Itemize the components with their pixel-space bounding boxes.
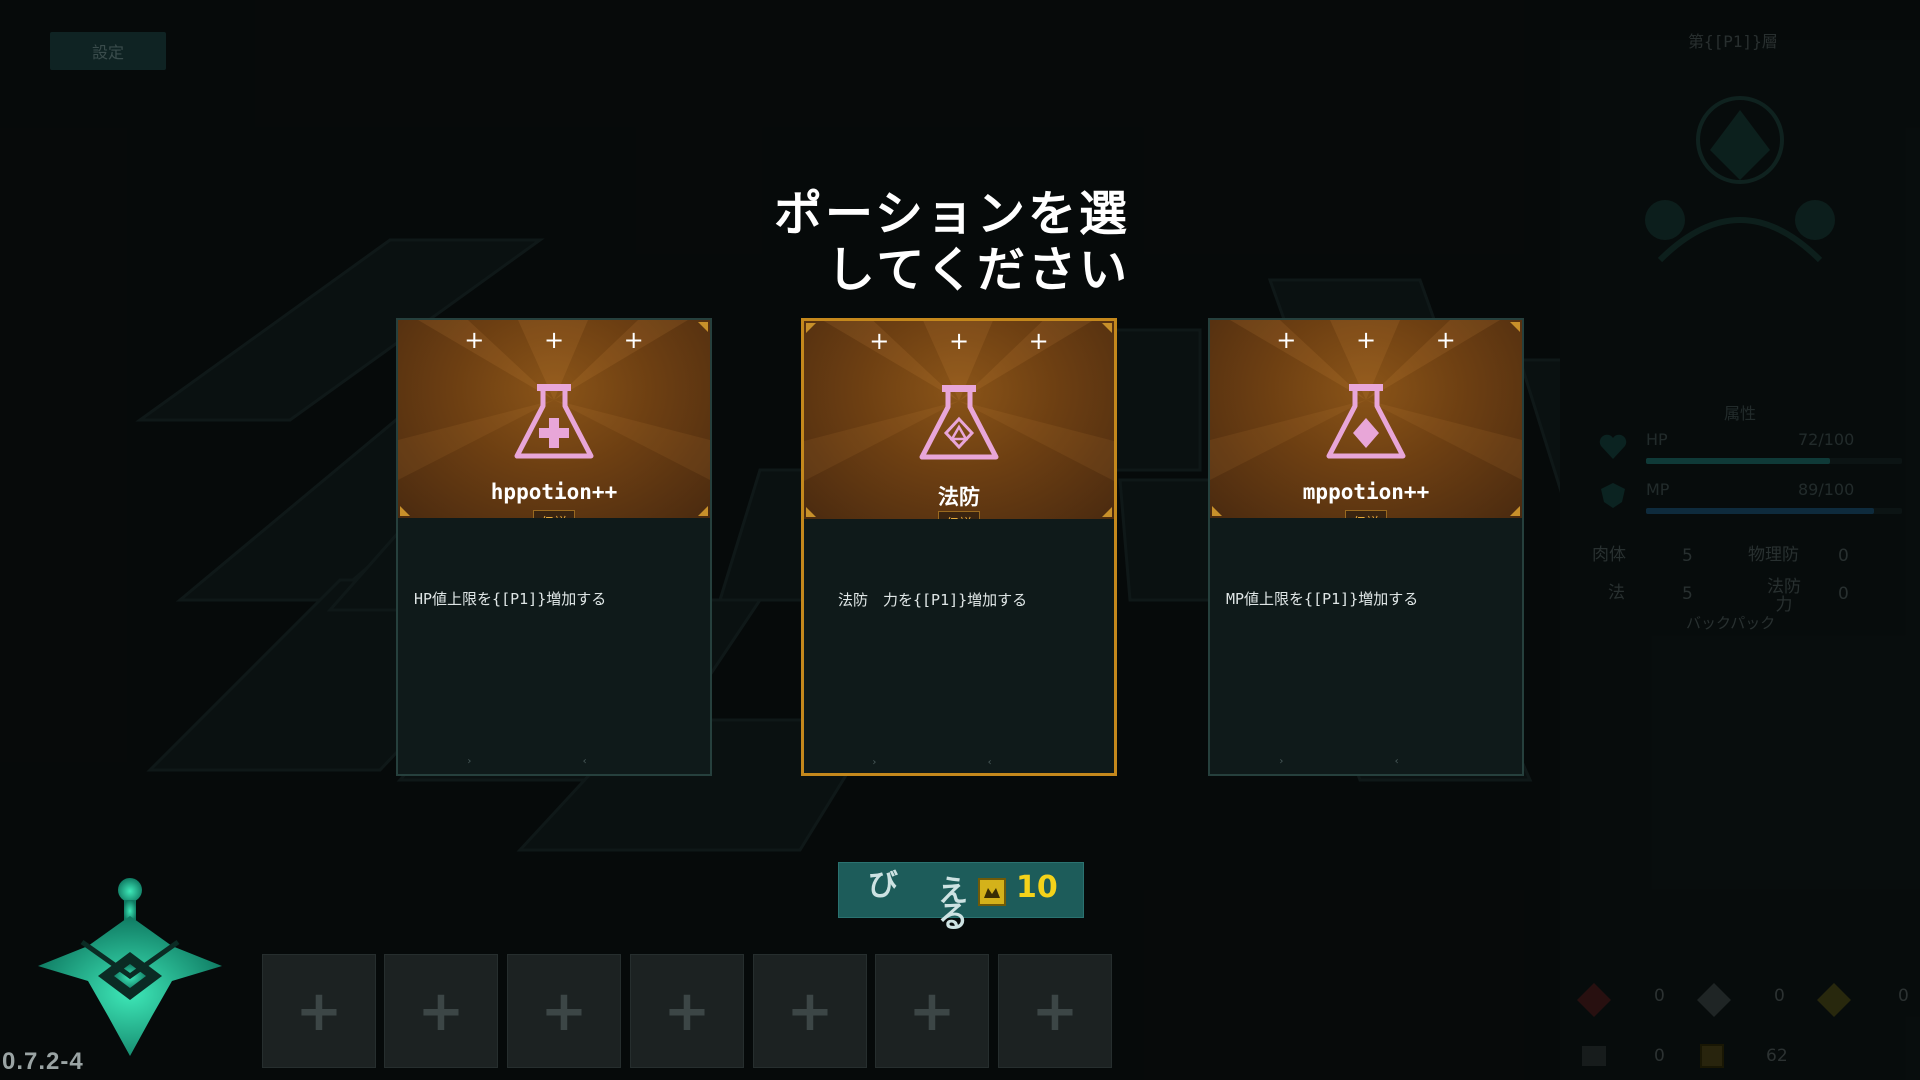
card-footer-marks: › ‹: [872, 757, 1046, 768]
corner-ornament: [1102, 323, 1112, 333]
flask-plus-icon: [514, 384, 594, 459]
card-description: 法防 力を{[P1]}増加する: [838, 591, 1028, 609]
corner-ornament: [1212, 506, 1222, 516]
character-class-emblem-icon: [38, 878, 222, 1056]
card-description: MP値上限を{[P1]}増加する: [1226, 590, 1419, 608]
card-header: + + + 法防 伝説: [804, 321, 1114, 519]
potion-card-mp[interactable]: + + + mppotion++ 伝説 MP値上限を{[P1]}増加する › ‹: [1208, 318, 1524, 776]
rarity-badge: 伝説: [937, 511, 981, 519]
card-header: + + + mppotion++ 伝説: [1210, 320, 1522, 518]
inventory-slot[interactable]: +: [630, 954, 744, 1068]
selection-title: ポーションを選 してください: [740, 186, 1130, 298]
corner-ornament: [806, 323, 816, 333]
rarity-stars: + + +: [869, 327, 1075, 355]
corner-ornament: [806, 507, 816, 517]
flask-triangle-icon: [919, 385, 999, 460]
reroll-char: び: [868, 868, 898, 903]
version-label: 0.7.2-4: [2, 1048, 84, 1075]
card-name: hppotion++: [490, 480, 618, 504]
corner-ornament: [698, 506, 708, 516]
reroll-cost: 10: [1016, 870, 1058, 905]
card-footer-marks: › ‹: [1279, 756, 1453, 767]
rarity-stars: + + +: [464, 326, 670, 354]
potion-card-hp[interactable]: + + + hppotion++ 伝説 HP値上限を{[P1]}増加する › ‹: [396, 318, 712, 776]
potion-card-magic-defense[interactable]: + + + 法防 伝説 法防 力を{[P1]}増加する › ‹: [801, 318, 1117, 776]
title-line-2: してください: [826, 242, 1130, 298]
card-header: + + + hppotion++ 伝説: [398, 320, 710, 518]
card-name: mppotion++: [1302, 480, 1430, 504]
flask-diamond-icon: [1326, 384, 1406, 459]
card-footer-marks: › ‹: [467, 756, 641, 767]
inventory-slot[interactable]: +: [753, 954, 867, 1068]
inventory-slot[interactable]: +: [262, 954, 376, 1068]
corner-ornament: [1510, 506, 1520, 516]
card-description: HP値上限を{[P1]}増加する: [414, 590, 607, 608]
reroll-button[interactable]: び え る 10: [838, 862, 1084, 935]
reroll-char: る: [938, 900, 968, 935]
corner-ornament: [1102, 507, 1112, 517]
inventory-slot[interactable]: +: [384, 954, 498, 1068]
corner-ornament: [400, 506, 410, 516]
corner-ornament: [1510, 322, 1520, 332]
card-name: 法防: [938, 485, 980, 509]
inventory-slot[interactable]: +: [998, 954, 1112, 1068]
inventory-slot[interactable]: +: [507, 954, 621, 1068]
coin-icon: [978, 878, 1006, 906]
inventory-slot[interactable]: +: [875, 954, 989, 1068]
title-line-1: ポーションを選: [773, 186, 1130, 242]
rarity-badge: 伝説: [532, 510, 576, 518]
rarity-stars: + + +: [1276, 326, 1482, 354]
corner-ornament: [698, 322, 708, 332]
rarity-badge: 伝説: [1344, 510, 1388, 518]
